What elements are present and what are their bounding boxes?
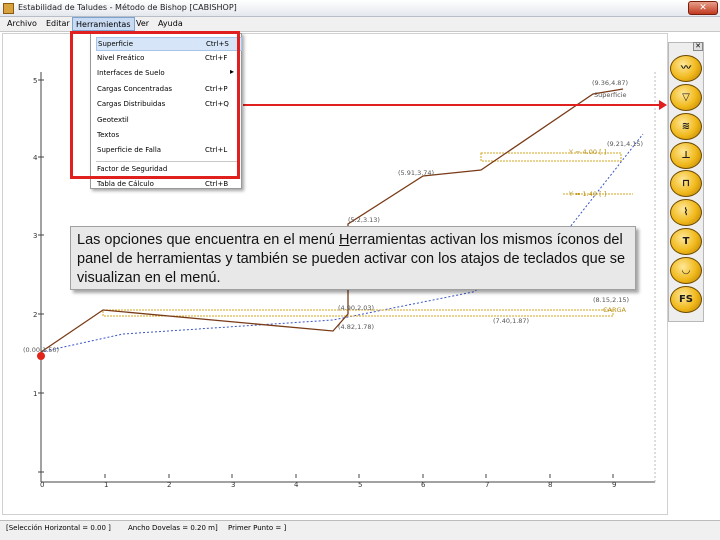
x-tick-label: 2 [167, 481, 171, 489]
menu-ver[interactable]: Ver [136, 19, 149, 28]
status-bar: [Selección Horizontal = 0.00 ] Ancho Dov… [0, 520, 720, 540]
tool-panel-close-button[interactable]: ✕ [693, 42, 703, 51]
point-label: (8.15,2.15) [593, 296, 629, 304]
x-ticks [40, 474, 614, 478]
x-tick-label: 0 [40, 481, 44, 489]
y-tick-label: 2 [33, 311, 37, 319]
menu-ayuda[interactable]: Ayuda [158, 19, 183, 28]
callout-highlight-rest: erramientas [349, 232, 427, 248]
explanation-callout: Las opciones que encuentra en el menú He… [70, 226, 636, 290]
x-tick-label: 5 [358, 481, 362, 489]
callout-highlight-underlined: H [339, 232, 350, 248]
point-label: (5.2,3.13) [348, 216, 380, 224]
load-label: Y = 4.00 [ ] [568, 148, 606, 156]
title-bar: Estabilidad de Taludes - Método de Bisho… [0, 0, 720, 17]
surface-label: Superficie [594, 91, 627, 99]
y-tick-label: 3 [33, 232, 37, 240]
menu-editar[interactable]: Editar [46, 19, 70, 28]
menu-item-tabla-calculo[interactable]: Tabla de Cálculo Ctrl+B [96, 178, 242, 192]
point-label: (4.82,1.78) [338, 323, 374, 331]
load-label: CARGA [603, 306, 627, 314]
concentrated-load-tool-icon[interactable]: ⊥ [670, 142, 702, 169]
x-tick-label: 9 [612, 481, 616, 489]
window-title: Estabilidad de Taludes - Método de Bisho… [18, 3, 237, 12]
x-tick-label: 7 [485, 481, 489, 489]
status-selection: [Selección Horizontal = 0.00 ] [6, 524, 111, 532]
menu-item-label: Tabla de Cálculo [97, 180, 154, 188]
point-label: (4.90,2.03) [338, 304, 374, 312]
menu-highlight-frame [70, 31, 240, 179]
surface-tool-icon[interactable]: 〰 [670, 55, 702, 82]
x-tick-label: 8 [548, 481, 552, 489]
y-tick-label: 4 [33, 154, 38, 162]
load-label: Y = 1.40 [ ] [568, 190, 606, 198]
x-tick-label: 3 [231, 481, 235, 489]
geotextile-tool-icon[interactable]: ⌇ [670, 199, 702, 226]
x-tick-label: 1 [104, 481, 108, 489]
point-label: (7.40,1.87) [493, 317, 529, 325]
y-tick-label: 1 [33, 390, 37, 398]
start-point-marker [37, 352, 45, 360]
text-tool-icon[interactable]: T [670, 228, 702, 255]
menu-item-shortcut: Ctrl+B [205, 180, 229, 188]
x-tick-label: 6 [421, 481, 426, 489]
status-first-point: Primer Punto = ] [228, 524, 287, 532]
callout-text-before: Las opciones que encuentra en el menú [77, 232, 339, 248]
pointer-arrowhead [659, 100, 667, 110]
point-label: (9.36,4.87) [592, 79, 628, 87]
soil-interfaces-tool-icon[interactable]: ≋ [670, 113, 702, 140]
x-tick-label: 4 [294, 481, 299, 489]
menu-bar: Archivo Editar Herramientas Ver Ayuda [0, 17, 720, 32]
menu-herramientas[interactable]: Herramientas [72, 17, 135, 31]
failure-surface-tool-icon[interactable]: ◡ [670, 257, 702, 284]
point-label: (9.21,4.15) [607, 140, 643, 148]
distributed-load-tool-icon[interactable]: ⊓ [670, 170, 702, 197]
window-close-button[interactable]: ✕ [688, 1, 718, 15]
point-label: (5.91,3.74) [398, 169, 434, 177]
y-tick-label: 5 [33, 77, 37, 85]
status-slice-width: Ancho Dovelas = 0.20 m] [128, 524, 218, 532]
safety-factor-tool-icon[interactable]: FS [670, 286, 702, 313]
water-table-tool-icon[interactable]: ▽ [670, 84, 702, 111]
menu-archivo[interactable]: Archivo [7, 19, 37, 28]
app-icon [3, 3, 14, 14]
